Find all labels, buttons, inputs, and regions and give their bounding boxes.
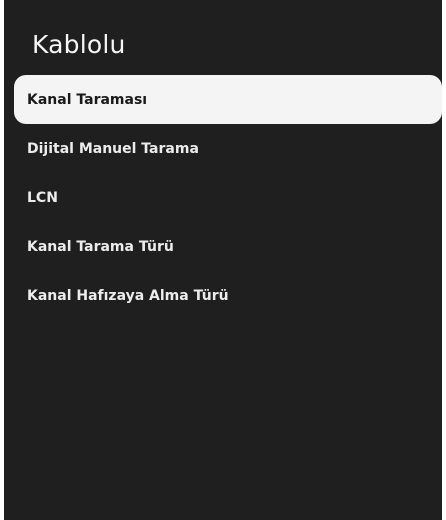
menu-item-dijital-manuel-tarama[interactable]: Dijital Manuel Tarama	[14, 124, 442, 173]
settings-menu: Kanal Taraması Dijital Manuel Tarama LCN…	[14, 75, 442, 320]
menu-item-label: Kanal Taraması	[27, 91, 148, 108]
page-title: Kablolu	[32, 30, 126, 59]
menu-item-label: Kanal Hafızaya Alma Türü	[27, 287, 229, 304]
menu-item-kanal-taramasi[interactable]: Kanal Taraması	[14, 75, 442, 124]
menu-item-kanal-hafizaya-alma-turu[interactable]: Kanal Hafızaya Alma Türü	[14, 271, 442, 320]
settings-screen: Kablolu Kanal Taraması Dijital Manuel Ta…	[4, 0, 442, 520]
menu-item-label: Kanal Tarama Türü	[27, 238, 174, 255]
menu-item-lcn[interactable]: LCN	[14, 173, 442, 222]
menu-item-kanal-tarama-turu[interactable]: Kanal Tarama Türü	[14, 222, 442, 271]
menu-item-label: LCN	[27, 189, 58, 206]
menu-item-label: Dijital Manuel Tarama	[27, 140, 199, 157]
